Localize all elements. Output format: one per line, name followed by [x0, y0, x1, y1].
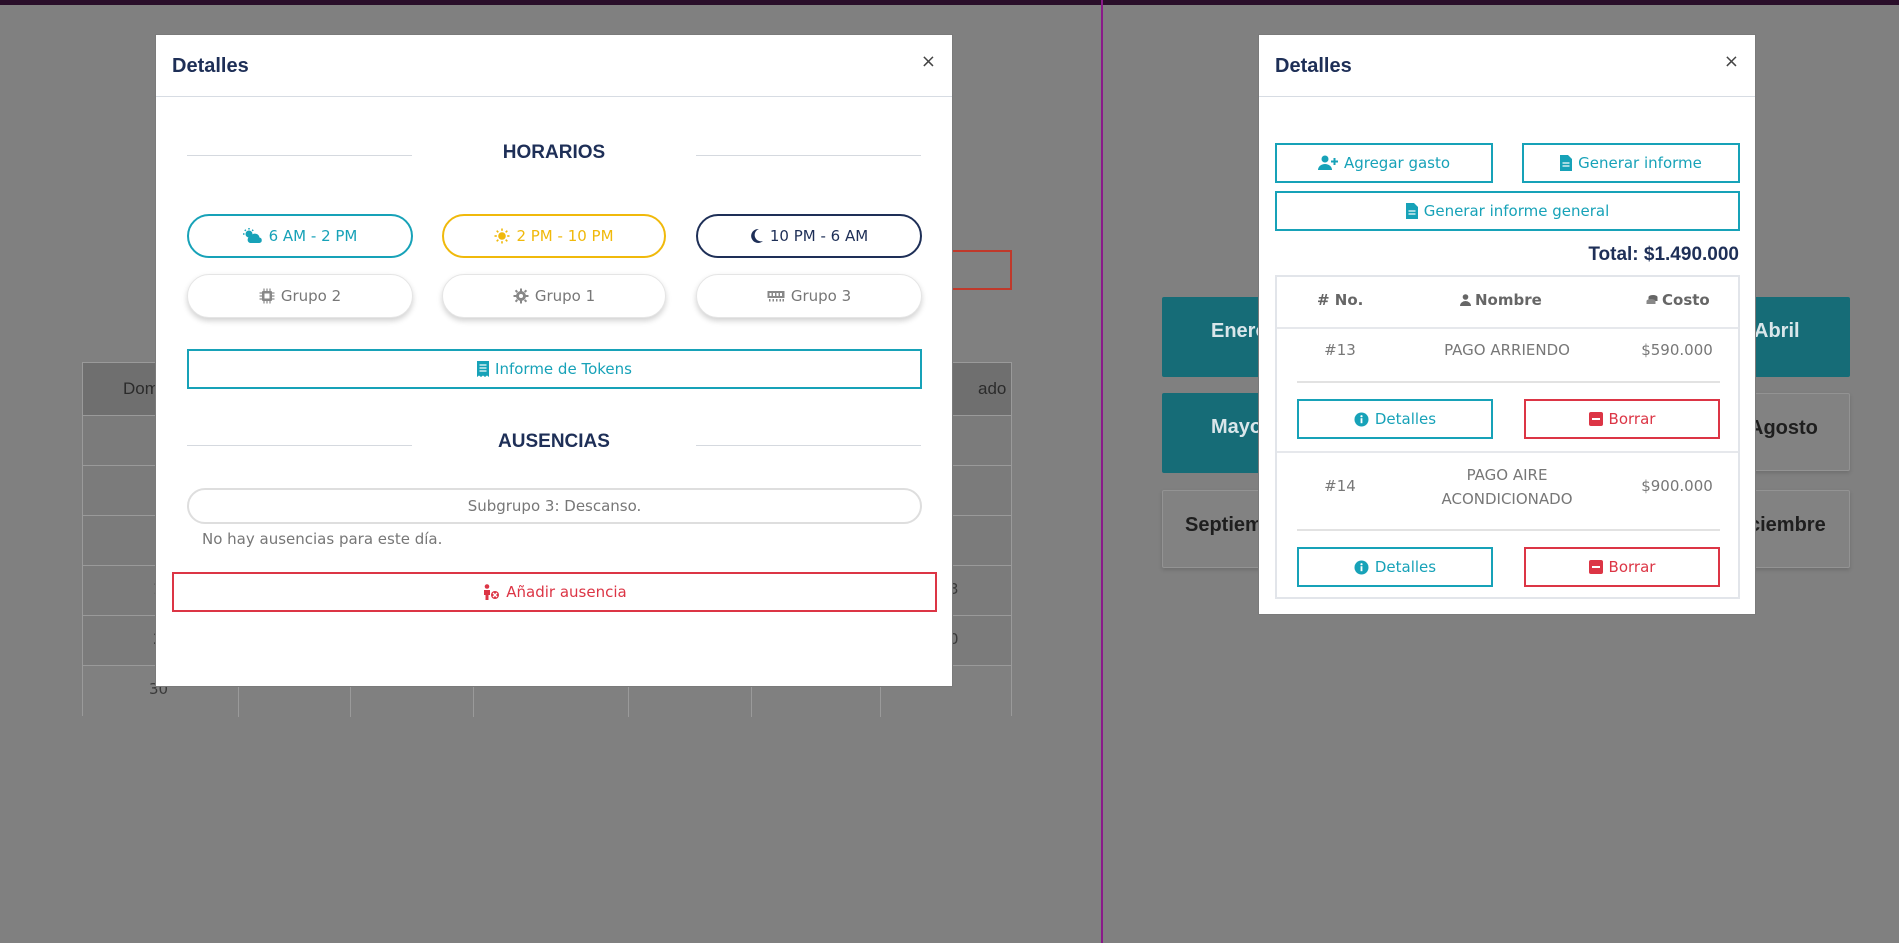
minus-square-icon: [1588, 412, 1603, 426]
generate-general-report-label: Generar informe general: [1423, 202, 1610, 220]
section-divider: [187, 155, 412, 156]
group-label: Grupo 2: [280, 287, 342, 305]
column-header-label: # No.: [1317, 291, 1364, 309]
month-label: Septiem: [1185, 514, 1263, 536]
expense-details-button[interactable]: Detalles: [1297, 547, 1493, 587]
month-label: Abril: [1754, 320, 1800, 342]
group-3-button[interactable]: Grupo 3: [696, 274, 922, 318]
group-1-button[interactable]: Grupo 1: [442, 274, 666, 318]
shift-details-modal: Detalles × HORARIOS 6 AM - 2 PM 2 PM - 1…: [155, 34, 953, 687]
tokens-report-label: Informe de Tokens: [495, 360, 632, 378]
close-icon[interactable]: ×: [1724, 51, 1739, 72]
coins-icon: [1646, 294, 1658, 306]
receipt-icon: [477, 361, 490, 377]
add-absence-button[interactable]: Añadir ausencia: [172, 572, 937, 612]
calendar-header-day-last: ado: [978, 379, 1007, 398]
delete-label: Borrar: [1608, 410, 1656, 428]
tokens-report-button[interactable]: Informe de Tokens: [187, 349, 922, 389]
ausencias-heading: AUSENCIAS: [498, 431, 610, 452]
sun-icon: [494, 228, 510, 244]
expenses-total: Total: $1.490.000: [1588, 244, 1739, 265]
expense-no: #14: [1324, 477, 1356, 495]
generate-general-report-button[interactable]: Generar informe general: [1275, 191, 1740, 231]
month-card-december[interactable]: ciembre: [1740, 490, 1850, 568]
modal-title: Detalles: [172, 55, 249, 77]
column-header-label: Nombre: [1475, 291, 1542, 309]
expense-name: PAGO ARRIENDO: [1444, 341, 1570, 359]
info-circle-icon: [1354, 412, 1369, 427]
info-circle-icon: [1354, 560, 1369, 575]
column-header-name: Nombre: [1460, 291, 1542, 309]
bg-red-outline-box: [950, 250, 1012, 290]
generate-report-button[interactable]: Generar informe: [1522, 143, 1740, 183]
column-header-no: # No.: [1317, 291, 1363, 309]
shift-morning-button[interactable]: 6 AM - 2 PM: [187, 214, 413, 258]
shift-night-button[interactable]: 10 PM - 6 AM: [696, 214, 922, 258]
month-card-august[interactable]: Agosto: [1740, 393, 1850, 471]
top-bar: [0, 0, 1899, 5]
row-separator: [1277, 327, 1738, 329]
person-cancel-icon: [482, 584, 500, 600]
expense-no: #13: [1324, 341, 1356, 359]
expense-cost: $900.000: [1641, 477, 1713, 495]
no-absences-message: No hay ausencias para este día.: [202, 530, 443, 548]
close-icon[interactable]: ×: [921, 51, 936, 72]
section-divider: [187, 445, 412, 446]
expense-cost: $590.000: [1641, 341, 1713, 359]
user-plus-icon: [1317, 155, 1338, 171]
memory-icon: [767, 290, 785, 302]
cloud-sun-icon: [242, 228, 263, 244]
month-label: Agosto: [1749, 417, 1818, 439]
split-divider: [1101, 0, 1103, 943]
month-label: ciembre: [1749, 514, 1826, 536]
shift-label: 2 PM - 10 PM: [516, 227, 614, 245]
group-label: Grupo 3: [790, 287, 852, 305]
section-divider: [696, 445, 921, 446]
minus-square-icon: [1588, 560, 1603, 574]
modal-title: Detalles: [1275, 55, 1352, 77]
month-label: Mayo: [1211, 416, 1263, 438]
section-divider: [696, 155, 921, 156]
expense-delete-button[interactable]: Borrar: [1524, 399, 1720, 439]
moon-icon: [750, 228, 764, 244]
user-icon: [1460, 294, 1471, 306]
group-2-button[interactable]: Grupo 2: [187, 274, 413, 318]
expense-delete-button[interactable]: Borrar: [1524, 547, 1720, 587]
gear-icon: [513, 288, 529, 304]
shift-label: 6 AM - 2 PM: [268, 227, 358, 245]
row-inner-divider: [1297, 529, 1720, 531]
expense-name: PAGO AIRE ACONDICIONADO: [1441, 466, 1573, 508]
chip-icon: [259, 288, 275, 304]
details-label: Detalles: [1374, 410, 1437, 428]
expense-details-button[interactable]: Detalles: [1297, 399, 1493, 439]
subgroup-label: Subgrupo 3: Descanso.: [467, 497, 642, 515]
row-separator: [1277, 451, 1738, 453]
add-expense-button[interactable]: Agregar gasto: [1275, 143, 1493, 183]
calendar-header-day-first: Dom: [123, 379, 159, 398]
modal-header: Detalles ×: [156, 35, 952, 97]
subgroup-status: Subgrupo 3: Descanso.: [187, 488, 922, 524]
row-inner-divider: [1297, 381, 1720, 383]
shift-label: 10 PM - 6 AM: [769, 227, 869, 245]
group-label: Grupo 1: [534, 287, 596, 305]
delete-label: Borrar: [1608, 558, 1656, 576]
month-card-april[interactable]: Abril: [1740, 297, 1850, 377]
details-label: Detalles: [1374, 558, 1437, 576]
horarios-heading: HORARIOS: [502, 142, 606, 163]
column-header-cost: Costo: [1646, 291, 1710, 309]
column-header-label: Costo: [1662, 291, 1710, 309]
add-absence-label: Añadir ausencia: [506, 583, 627, 601]
generate-report-label: Generar informe: [1578, 154, 1702, 172]
file-icon: [1405, 203, 1418, 219]
expenses-details-modal: Detalles × Agregar gasto Generar informe…: [1258, 34, 1756, 615]
add-expense-label: Agregar gasto: [1343, 154, 1451, 172]
file-icon: [1560, 155, 1573, 171]
shift-afternoon-button[interactable]: 2 PM - 10 PM: [442, 214, 666, 258]
modal-header: Detalles ×: [1259, 35, 1755, 97]
expenses-table: # No. Nombre Costo #13 PAGO ARRIENDO $59…: [1275, 275, 1740, 599]
